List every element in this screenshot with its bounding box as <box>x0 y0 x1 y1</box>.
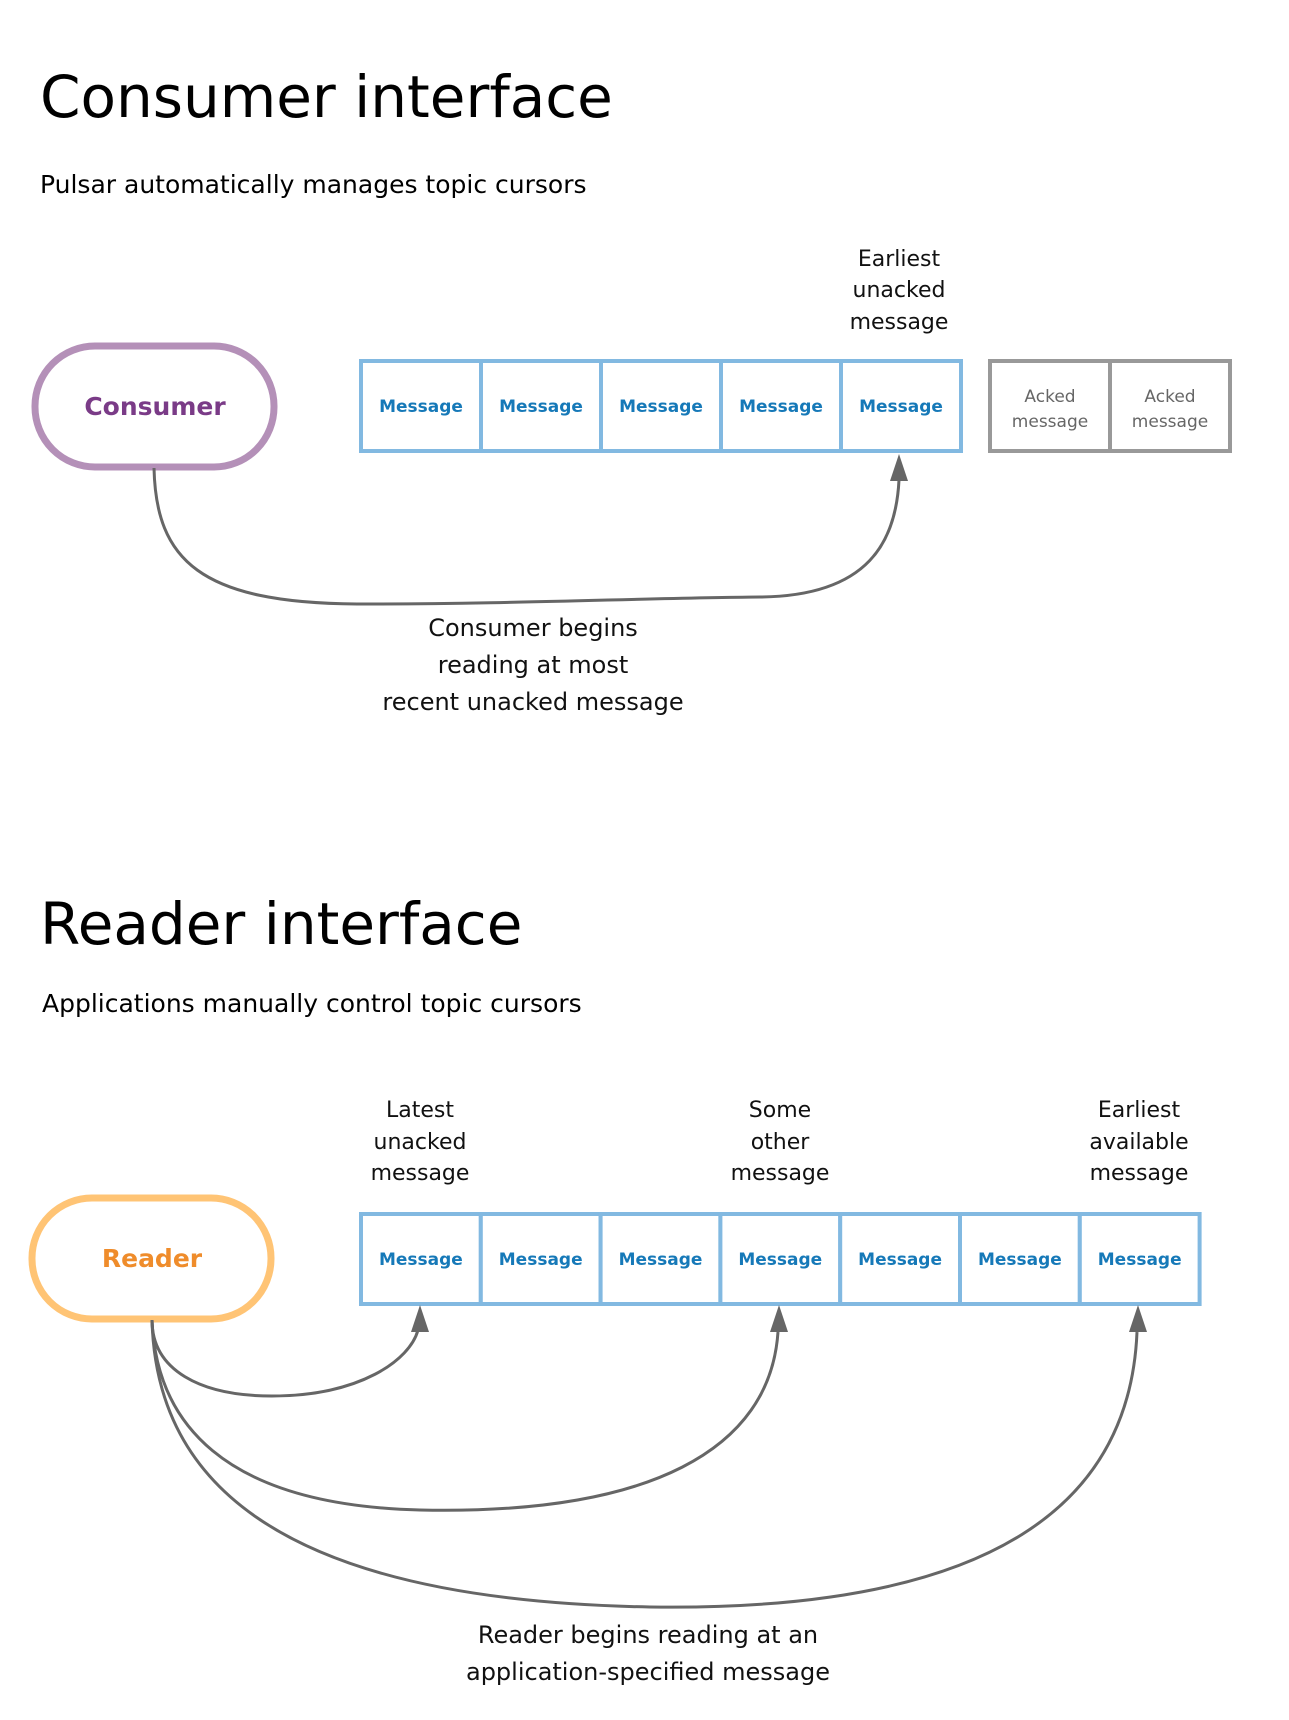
message-cell: Message <box>359 359 483 453</box>
message-label: Message <box>739 397 823 417</box>
message-cell: Message <box>838 1212 963 1306</box>
pointer-label-line: unacked <box>853 278 946 303</box>
consumer-node: Consumer <box>31 342 278 471</box>
pointer-label-line: available <box>1089 1130 1188 1155</box>
message-cell: Message <box>598 1212 723 1306</box>
reader-title: Reader interface <box>40 890 522 958</box>
reader-cursor-arrow-other <box>150 1319 780 1512</box>
pointer-label-line: unacked <box>374 1130 467 1155</box>
reader-subtitle: Applications manually control topic curs… <box>42 989 582 1018</box>
caption-line: reading at most <box>438 651 629 679</box>
message-label: Message <box>858 1250 942 1270</box>
message-label: Message <box>499 1250 583 1270</box>
reader-message-queue: Message Message Message Message Message Messa… <box>359 1212 1202 1306</box>
reader-cursor-arrow-earliest <box>150 1319 1139 1609</box>
message-label: Message <box>379 397 463 417</box>
acked-label-line: message <box>1132 412 1208 432</box>
pointer-label-line: Earliest <box>858 247 941 272</box>
consumer-subtitle: Pulsar automatically manages topic curso… <box>40 170 587 199</box>
message-cell: Message <box>958 1212 1082 1306</box>
pointer-label-line: Latest <box>386 1098 454 1123</box>
cursor-diagram: Consumer interface Pulsar automatically … <box>28 63 1232 1686</box>
consumer-caption: Consumer begins reading at most recent u… <box>382 614 683 716</box>
acked-label-line: Acked <box>1024 387 1075 407</box>
reader-cursor-arrow-latest <box>150 1319 420 1398</box>
arrowhead-icon <box>411 1305 429 1332</box>
pointer-label-line: message <box>1090 1161 1189 1186</box>
pointer-label-line: message <box>731 1161 830 1186</box>
caption-line: recent unacked message <box>382 688 683 716</box>
consumer-node-label: Consumer <box>84 392 226 421</box>
acked-label-line: Acked <box>1144 387 1195 407</box>
message-label: Message <box>978 1250 1062 1270</box>
message-cell: Message <box>1077 1212 1202 1306</box>
message-cell: Message <box>359 1212 483 1306</box>
consumer-message-queue: Message Message Message Message Message <box>359 359 963 453</box>
caption-line: application-specified message <box>466 1658 830 1686</box>
pointer-label-line: Earliest <box>1098 1098 1181 1123</box>
acked-label-line: message <box>1012 412 1088 432</box>
reader-pointer-label-earliest: Earliest available message <box>1089 1098 1188 1186</box>
arrowhead-icon <box>770 1305 788 1332</box>
message-label: Message <box>738 1250 822 1270</box>
acked-message-queue: Acked message Acked message <box>988 359 1232 453</box>
message-label: Message <box>379 1250 463 1270</box>
message-label: Message <box>1098 1250 1182 1270</box>
consumer-pointer-label: Earliest unacked message <box>850 247 949 335</box>
message-cell: Message <box>839 359 963 453</box>
message-label: Message <box>619 1250 703 1270</box>
reader-node-label: Reader <box>102 1244 203 1273</box>
message-label: Message <box>859 397 943 417</box>
message-cell: Message <box>719 359 843 453</box>
consumer-cursor-arrow <box>152 467 901 606</box>
reader-section: Reader interface Applications manually c… <box>28 890 1202 1686</box>
caption-line: Reader begins reading at an <box>478 1621 818 1649</box>
pointer-label-line: message <box>371 1161 470 1186</box>
pointer-label-line: Some <box>749 1098 811 1123</box>
message-cell: Message <box>478 1212 603 1306</box>
pointer-label-line: other <box>751 1130 811 1155</box>
message-cell: Message <box>599 359 723 453</box>
message-cell: Message <box>479 359 603 453</box>
consumer-section: Consumer interface Pulsar automatically … <box>31 63 1232 716</box>
pointer-label-line: message <box>850 310 949 335</box>
arrowhead-icon <box>1129 1305 1147 1332</box>
acked-message-cell: Acked message <box>988 359 1112 453</box>
consumer-title: Consumer interface <box>40 63 613 131</box>
message-cell: Message <box>718 1212 843 1306</box>
reader-pointer-label-latest: Latest unacked message <box>371 1098 470 1186</box>
reader-caption: Reader begins reading at an application-… <box>466 1621 830 1686</box>
message-label: Message <box>619 397 703 417</box>
reader-node: Reader <box>28 1194 275 1323</box>
reader-pointer-label-other: Some other message <box>731 1098 830 1186</box>
acked-message-cell: Acked message <box>1108 359 1232 453</box>
message-label: Message <box>499 397 583 417</box>
caption-line: Consumer begins <box>428 614 638 642</box>
arrowhead-icon <box>890 454 908 481</box>
